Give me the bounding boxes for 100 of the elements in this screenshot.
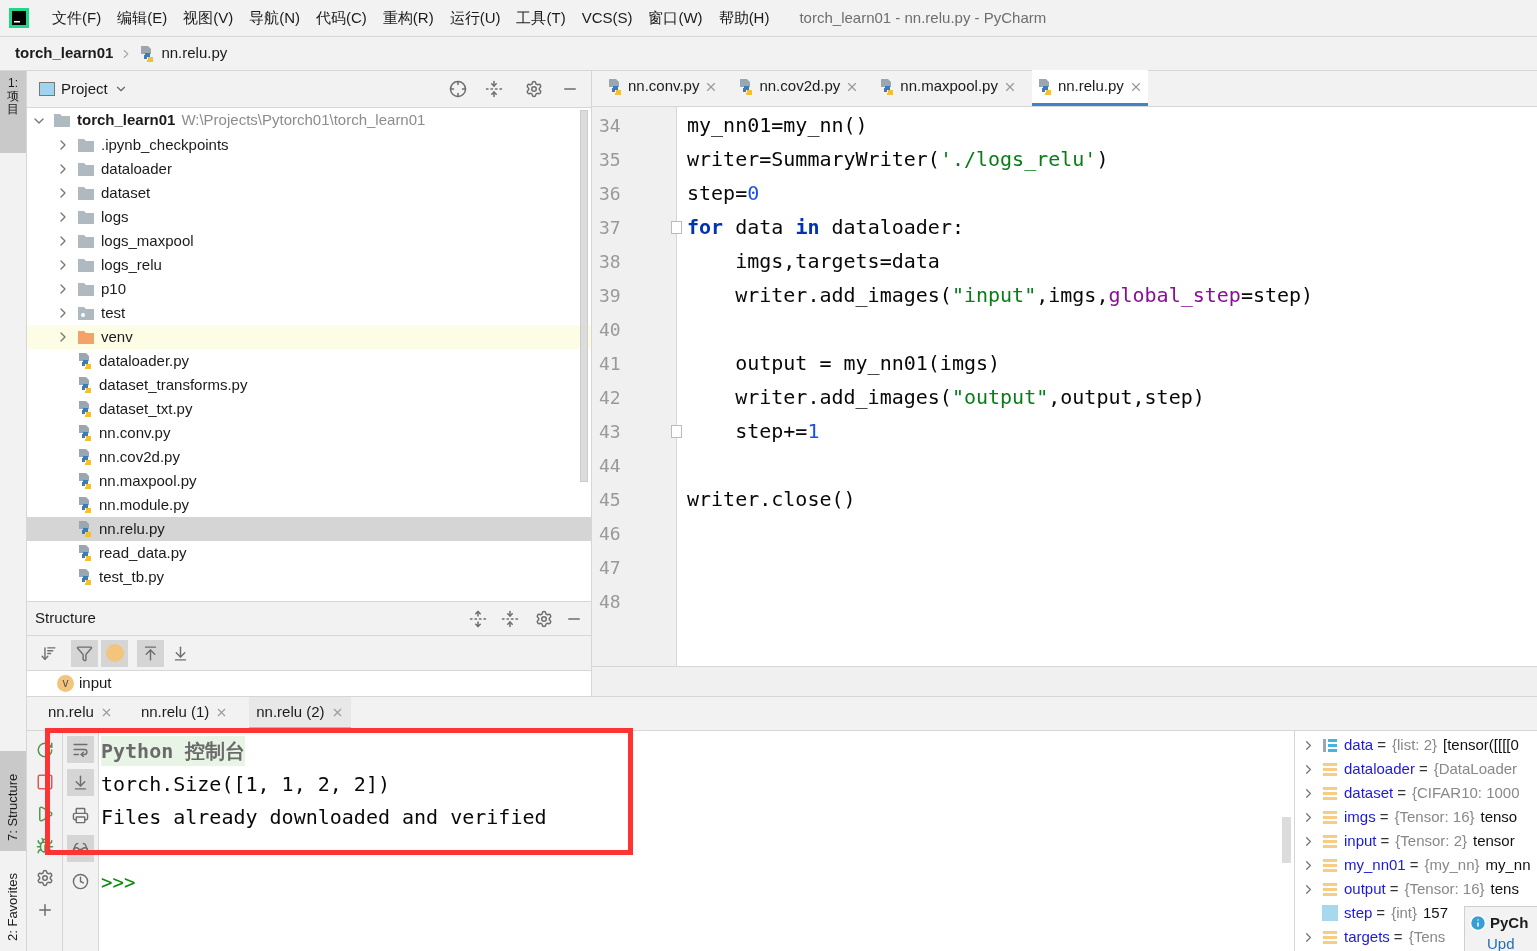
tree-item[interactable]: nn.conv.py [27,421,591,445]
variable-type: {int} [1391,902,1417,923]
tree-item[interactable]: logs [27,205,591,229]
item-label: dataset_txt.py [99,398,193,419]
run-tab[interactable]: nn.relu (2) [249,697,351,730]
tree-item[interactable]: dataloader [27,157,591,181]
tree-item[interactable]: test_tb.py [27,565,591,589]
line-number: 45 [599,487,621,512]
sort-icon [40,644,57,662]
tree-item[interactable]: .ipynb_checkpoints [27,133,591,157]
tree-item[interactable]: nn.relu.py [27,517,591,541]
variable-type: {CIFAR10: 1000 [1412,782,1520,803]
breadcrumb-project[interactable]: torch_learn01 [15,42,114,65]
tree-item[interactable]: dataset_txt.py [27,397,591,421]
stop-icon[interactable] [35,773,54,791]
tree-item[interactable]: dataloader.py [27,349,591,373]
item-label: nn.conv.py [99,422,171,443]
arrow-up-icon [142,644,159,662]
toolbar-toggle[interactable] [71,639,98,667]
line-number: 38 [599,249,621,274]
menu-item[interactable]: 代码(C) [308,6,375,30]
rerun-icon[interactable] [35,741,54,759]
locate-icon[interactable] [449,80,467,98]
notification-link[interactable]: Upd [1469,934,1537,951]
window-title: torch_learn01 - nn.relu.py - PyCharm [799,7,1047,28]
menu-item[interactable]: 窗口(W) [640,6,711,30]
settings-icon[interactable] [35,869,54,887]
menu-item[interactable]: VCS(S) [573,6,641,30]
menu-item[interactable]: 视图(V) [175,6,242,30]
tree-item[interactable]: test [27,301,591,325]
scrollbar-thumb[interactable] [580,110,588,482]
run-tab[interactable]: nn.relu [41,697,120,730]
equals-sign: = [1409,854,1419,875]
python-file-icon [77,400,93,418]
tree-item[interactable]: read_data.py [27,541,591,565]
line-number: 43 [599,419,621,444]
toolbar-toggle[interactable] [137,639,164,667]
code-line: imgs,targets=data [734,248,940,275]
tree-item[interactable]: logs_relu [27,253,591,277]
object-icon [1322,881,1338,897]
tree-item[interactable]: nn.maxpool.py [27,469,591,493]
settings-icon[interactable] [535,609,553,628]
variable-type: {Tensor: 16} [1394,806,1475,827]
variable-type: {Tens [1408,926,1446,947]
menu-item[interactable]: 文件(F) [44,6,110,30]
item-label: logs [101,206,129,227]
equals-sign: = [1376,902,1386,923]
debug-icon[interactable] [35,837,54,855]
editor-tab[interactable]: nn.conv.py [602,70,724,106]
folder-icon [77,329,95,345]
variable-name: input [1344,830,1377,851]
editor-tab[interactable]: nn.cov2d.py [733,70,865,106]
line-number: 46 [599,521,621,546]
menu-item[interactable]: 运行(U) [441,6,509,30]
python-file-icon [77,376,93,394]
fold-marker-icon[interactable] [671,424,682,438]
fold-marker-icon[interactable] [671,220,682,234]
scrollbar-thumb[interactable] [1282,817,1291,863]
code-line: step=0 [687,180,760,207]
tree-item[interactable]: dataset [27,181,591,205]
variable-name: imgs [1344,806,1376,827]
line-number: 34 [599,113,621,138]
line-number: 40 [599,317,621,342]
settings-icon[interactable] [525,80,543,98]
soft-wrap-icon[interactable] [67,736,94,763]
menu-item[interactable]: 编辑(E) [109,6,176,30]
line-number: 44 [599,453,621,478]
object-icon [1322,929,1338,945]
structure-side-tab[interactable]: 7: Structure [0,751,26,851]
tree-item[interactable]: venv [27,325,591,349]
expand-icon[interactable] [469,609,487,628]
scroll-to-end-icon[interactable] [67,769,94,796]
code-line: my_nn01=my_nn() [687,112,868,139]
item-label: dataset_transforms.py [99,374,248,395]
tree-item[interactable]: torch_learn01 W:\Projects\Pytorch01\torch_learn01 [27,108,591,133]
variable-name: data [1344,734,1374,755]
info-icon [1469,914,1487,933]
variable-value: tenso [1480,806,1518,827]
fields-toggle[interactable] [101,639,128,667]
tree-item[interactable]: nn.cov2d.py [27,445,591,469]
object-icon [1322,857,1338,873]
editor-tab[interactable]: nn.relu.py [1031,70,1148,106]
collapse-icon[interactable] [501,609,519,628]
object-icon [1322,785,1338,801]
tree-item[interactable]: nn.module.py [27,493,591,517]
menu-item[interactable]: 导航(N) [241,6,308,30]
tree-item[interactable]: logs_maxpool [27,229,591,253]
menu-item[interactable]: 工具(T) [508,6,574,30]
python-file-icon [77,496,93,514]
tree-item[interactable]: p10 [27,277,591,301]
tree-item[interactable]: dataset_transforms.py [27,373,591,397]
structure-item[interactable]: input [79,672,112,695]
menu-item[interactable]: 重构(R) [374,6,442,30]
menu-item[interactable]: 帮助(H) [710,6,778,30]
favorites-side-tab[interactable]: 2: Favorites [0,851,26,951]
breadcrumb-file[interactable]: nn.relu.py [161,42,228,65]
run-tab[interactable]: nn.relu (1) [133,697,236,730]
collapse-icon[interactable] [485,80,503,98]
python-file-icon [77,544,93,562]
editor-tab[interactable]: nn.maxpool.py [874,70,1022,106]
